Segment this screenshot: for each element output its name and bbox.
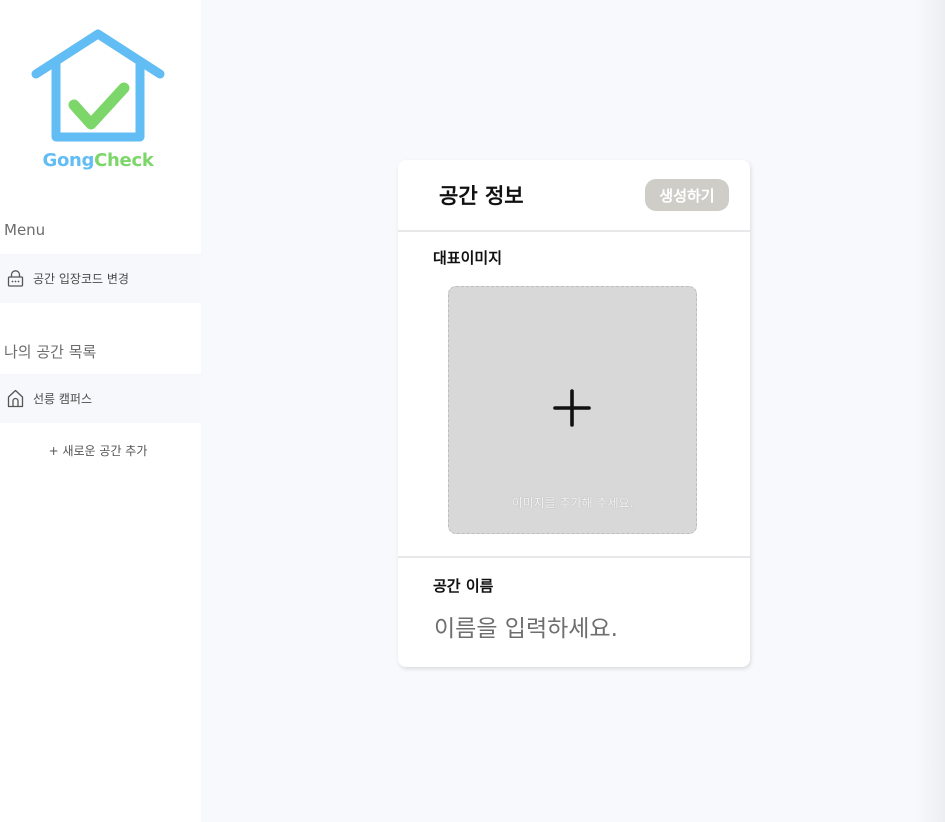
spaces-section-title: 나의 공간 목록 (4, 343, 97, 361)
logo-text: GongCheck (28, 150, 168, 171)
upload-hint: 이미지를 추가해 주세요. (511, 496, 634, 510)
create-button[interactable]: 생성하기 (645, 179, 729, 211)
card-divider (398, 556, 750, 558)
right-edge-shadow (915, 0, 945, 822)
home-icon (6, 389, 24, 408)
lock-icon (6, 270, 24, 288)
plus-icon (553, 389, 591, 427)
sidebar-item-space[interactable]: 선릉 캠퍼스 (0, 374, 201, 423)
logo[interactable]: GongCheck (28, 26, 168, 176)
space-name-input[interactable] (434, 609, 724, 649)
name-field-label: 공간 이름 (433, 577, 494, 595)
sidebar-item-label: 선릉 캠퍼스 (33, 392, 93, 406)
add-space-button[interactable]: + 새로운 공간 추가 (0, 442, 196, 459)
sidebar-item-entry-code[interactable]: 공간 입장코드 변경 (0, 254, 201, 303)
image-field-label: 대표이미지 (433, 249, 503, 267)
card-title: 공간 정보 (439, 184, 524, 208)
card-header: 공간 정보 생성하기 (398, 160, 750, 232)
image-upload-area[interactable]: 이미지를 추가해 주세요. (448, 286, 697, 534)
space-info-card: 공간 정보 생성하기 대표이미지 이미지를 추가해 주세요. 공간 이름 (398, 160, 750, 667)
logo-text-check: Check (94, 150, 154, 171)
house-check-icon (31, 29, 165, 142)
logo-text-gong: Gong (42, 150, 95, 171)
sidebar: GongCheck Menu 공간 입장코드 변경 나의 공간 목록 선릉 캠퍼… (0, 0, 201, 822)
sidebar-item-label: 공간 입장코드 변경 (33, 272, 129, 286)
menu-section-title: Menu (4, 221, 46, 239)
